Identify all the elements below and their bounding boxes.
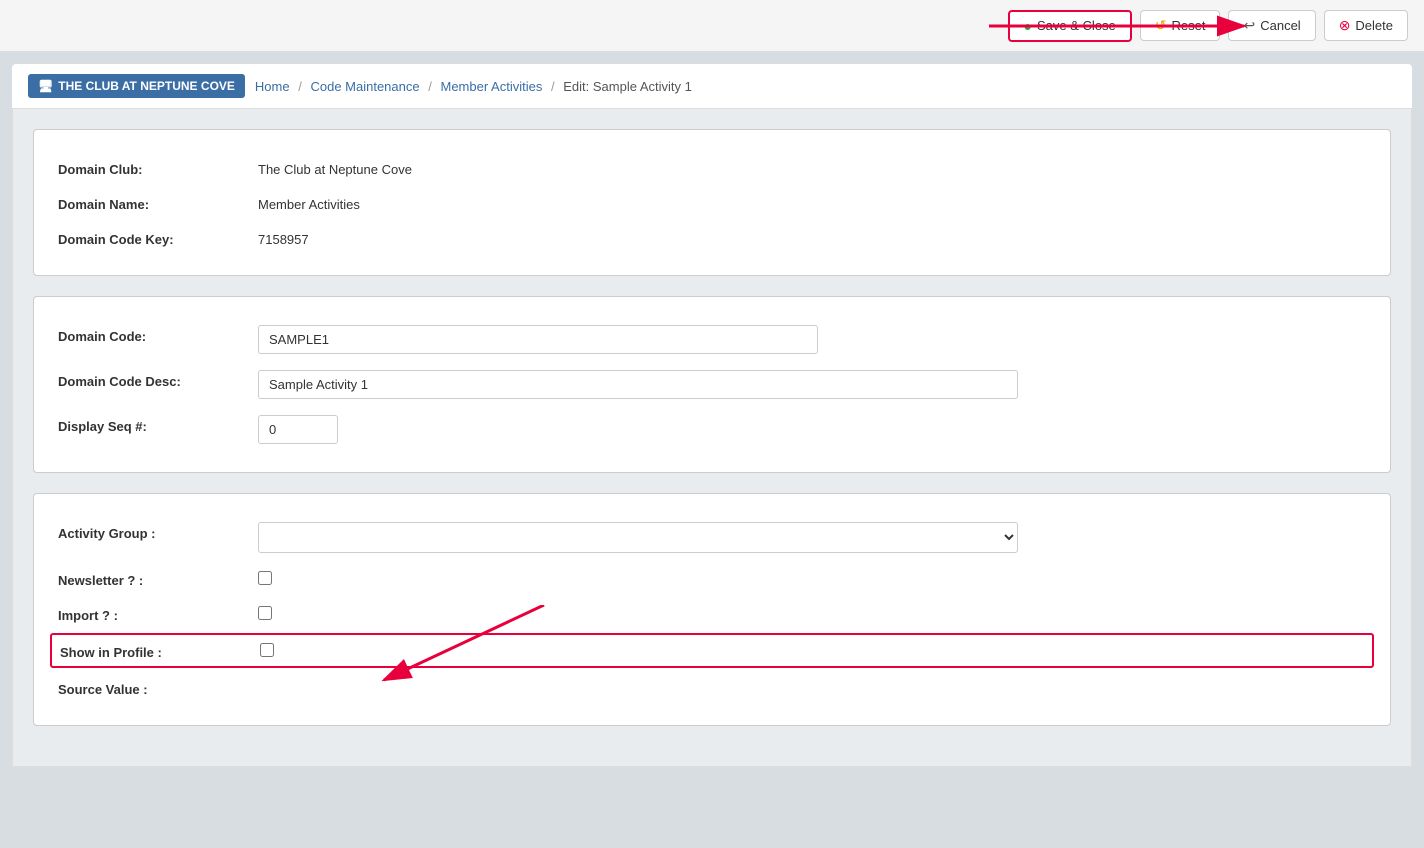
domain-code-key-label: Domain Code Key: (58, 228, 258, 247)
monitor-icon: 🖥 (38, 79, 53, 93)
breadcrumb-sep-2: / (428, 79, 432, 94)
domain-name-label: Domain Name: (58, 193, 258, 212)
import-row: Import ? : (58, 596, 1366, 631)
breadcrumb-sep-3: / (551, 79, 555, 94)
import-label: Import ? : (58, 604, 258, 623)
domain-code-label: Domain Code: (58, 325, 258, 344)
display-seq-label: Display Seq #: (58, 415, 258, 434)
breadcrumb-member-activities[interactable]: Member Activities (440, 79, 542, 94)
domain-name-row: Domain Name: Member Activities (58, 185, 1366, 220)
display-seq-input[interactable] (258, 415, 338, 444)
delete-button[interactable]: ⊗ Delete (1324, 10, 1408, 41)
show-in-profile-checkbox[interactable] (260, 643, 274, 657)
domain-club-label: Domain Club: (58, 158, 258, 177)
domain-form-card: Domain Code: Domain Code Desc: Display S… (33, 296, 1391, 473)
import-checkbox[interactable] (258, 606, 272, 620)
brand-badge: 🖥 THE CLUB AT NEPTUNE COVE (28, 74, 245, 98)
main-content: Domain Club: The Club at Neptune Cove Do… (12, 109, 1412, 767)
breadcrumb: Home / Code Maintenance / Member Activit… (255, 79, 692, 94)
show-in-profile-row: Show in Profile : (50, 633, 1374, 668)
source-value-label: Source Value : (58, 678, 258, 697)
domain-club-value: The Club at Neptune Cove (258, 158, 412, 177)
domain-code-row: Domain Code: (58, 317, 1366, 362)
domain-code-key-row: Domain Code Key: 7158957 (58, 220, 1366, 255)
domain-info-card: Domain Club: The Club at Neptune Cove Do… (33, 129, 1391, 276)
domain-club-row: Domain Club: The Club at Neptune Cove (58, 150, 1366, 185)
show-in-profile-label: Show in Profile : (60, 641, 260, 660)
newsletter-row: Newsletter ? : (58, 561, 1366, 596)
delete-icon: ⊗ (1339, 17, 1351, 34)
activity-group-select[interactable] (258, 522, 1018, 553)
activity-form-card: Activity Group : Newsletter ? : Import ?… (33, 493, 1391, 726)
newsletter-label: Newsletter ? : (58, 569, 258, 588)
domain-code-input[interactable] (258, 325, 818, 354)
source-value-row: Source Value : (58, 670, 1366, 705)
domain-code-desc-label: Domain Code Desc: (58, 370, 258, 389)
toolbar: ● Save & Close ↺ Reset ↩ Cancel ⊗ Delete (0, 0, 1424, 52)
display-seq-row: Display Seq #: (58, 407, 1366, 452)
breadcrumb-edit-prefix: Edit: (563, 79, 589, 94)
domain-code-key-value: 7158957 (258, 228, 309, 247)
breadcrumb-code-maintenance[interactable]: Code Maintenance (310, 79, 419, 94)
breadcrumb-bar: 🖥 THE CLUB AT NEPTUNE COVE Home / Code M… (12, 64, 1412, 109)
domain-name-value: Member Activities (258, 193, 360, 212)
domain-code-desc-row: Domain Code Desc: (58, 362, 1366, 407)
newsletter-checkbox[interactable] (258, 571, 272, 585)
breadcrumb-sep-1: / (298, 79, 302, 94)
breadcrumb-home[interactable]: Home (255, 79, 290, 94)
domain-code-desc-input[interactable] (258, 370, 1018, 399)
arrow-annotation (989, 5, 1269, 47)
breadcrumb-current: Sample Activity 1 (593, 79, 692, 94)
activity-group-label: Activity Group : (58, 522, 258, 541)
activity-group-row: Activity Group : (58, 514, 1366, 561)
